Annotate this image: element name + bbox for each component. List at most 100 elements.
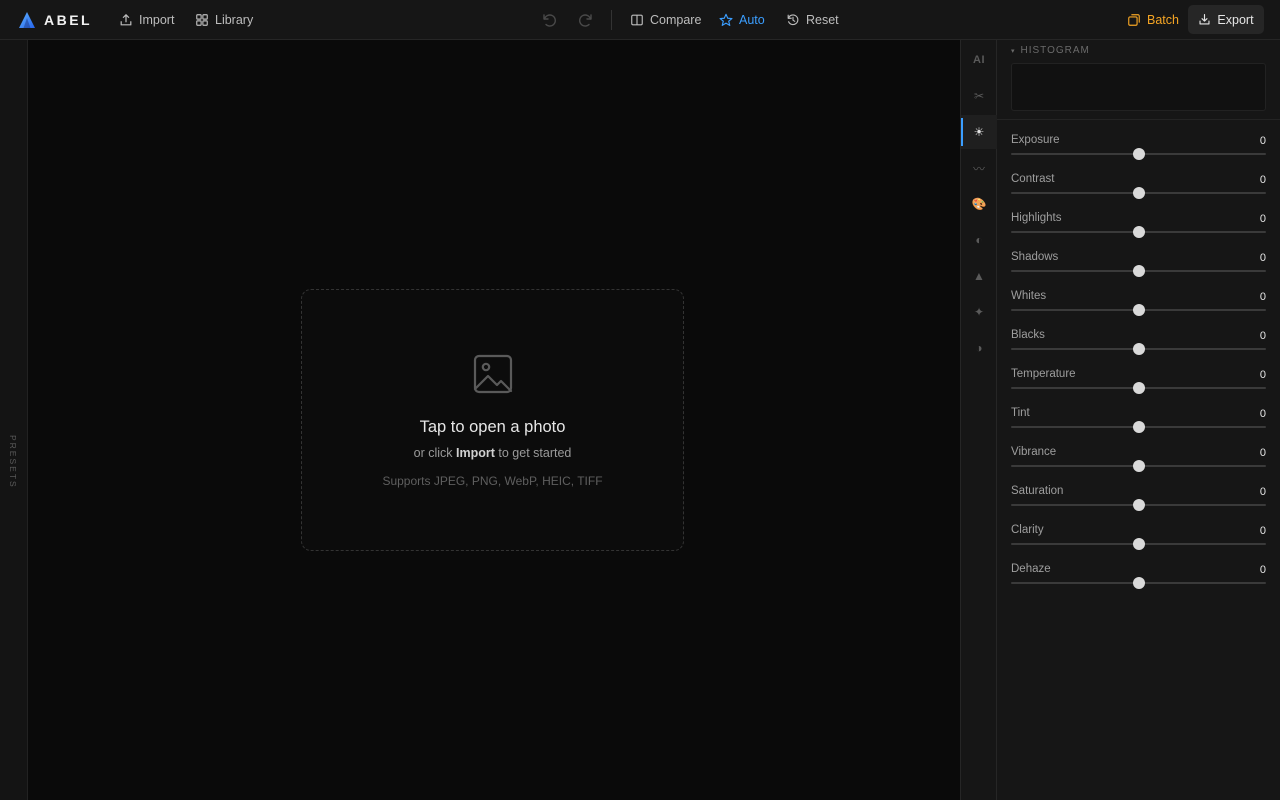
adjustment-vibrance: Vibrance 0 [1011, 446, 1266, 485]
import-button[interactable]: Import [119, 0, 174, 40]
slider-track[interactable] [1011, 265, 1266, 277]
adjustment-label: Tint [1011, 407, 1030, 419]
slider-thumb[interactable] [1132, 499, 1145, 511]
auto-button[interactable]: Auto [719, 0, 765, 40]
tone-tool-icon[interactable]: ◐ [961, 223, 997, 257]
adjustment-label: Saturation [1011, 485, 1064, 497]
batch-stack-icon [1128, 14, 1140, 26]
app-logo[interactable]: ABEL [18, 11, 92, 29]
color-tool-icon[interactable]: 🎨 [961, 187, 997, 221]
panel-divider [997, 119, 1280, 120]
histogram-header[interactable]: ▾ HISTOGRAM [1011, 45, 1090, 56]
adjustments-panel: ▾ HISTOGRAM Exposure 0 Contrast 0 Highlights… [997, 40, 1280, 800]
reset-button[interactable]: Reset [786, 0, 839, 40]
slider-track[interactable] [1011, 499, 1266, 511]
histogram-display [1011, 63, 1266, 111]
adjustment-label: Dehaze [1011, 563, 1051, 575]
adjustment-contrast: Contrast 0 [1011, 173, 1266, 212]
batch-button[interactable]: Batch [1127, 0, 1179, 40]
slider-thumb[interactable] [1132, 577, 1145, 589]
dropzone-sub-suffix: to get started [498, 446, 572, 460]
export-button[interactable]: Export [1188, 5, 1264, 34]
slider-track[interactable] [1011, 343, 1266, 355]
slider-thumb[interactable] [1132, 226, 1145, 238]
photo-canvas: Tap to open a photo or click Import to g… [28, 40, 960, 800]
image-placeholder-icon [473, 354, 513, 394]
adjustment-label: Highlights [1011, 212, 1062, 224]
adjustment-value[interactable]: 0 [1260, 525, 1266, 537]
adjustment-dehaze: Dehaze 0 [1011, 563, 1266, 602]
compare-button[interactable]: Compare [630, 0, 701, 40]
dropzone-title: Tap to open a photo [419, 418, 566, 436]
toolbar-divider [611, 10, 612, 30]
slider-track[interactable] [1011, 382, 1266, 394]
adjustment-shadows: Shadows 0 [1011, 251, 1266, 290]
light-tool-icon[interactable]: ☀ [961, 115, 997, 149]
photo-dropzone[interactable]: Tap to open a photo or click Import to g… [301, 289, 684, 551]
adjustment-value[interactable]: 0 [1260, 447, 1266, 459]
slider-track[interactable] [1011, 304, 1266, 316]
adjustment-label: Shadows [1011, 251, 1059, 263]
slider-thumb[interactable] [1132, 460, 1145, 472]
supported-formats: Supports JPEG, PNG, WebP, HEIC, TIFF [382, 474, 603, 488]
presets-drawer-toggle[interactable]: PRESETS [0, 40, 28, 800]
slider-track[interactable] [1011, 226, 1266, 238]
download-icon [1199, 14, 1210, 25]
adjustment-value[interactable]: 0 [1260, 291, 1266, 303]
adjustment-value[interactable]: 0 [1260, 564, 1266, 576]
presets-label: PRESETS [8, 435, 18, 489]
adjustment-value[interactable]: 0 [1260, 369, 1266, 381]
slider-thumb[interactable] [1132, 382, 1145, 394]
adjustment-value[interactable]: 0 [1260, 486, 1266, 498]
adjustment-saturation: Saturation 0 [1011, 485, 1266, 524]
adjustment-blacks: Blacks 0 [1011, 329, 1266, 368]
adjustment-label: Whites [1011, 290, 1047, 302]
reset-label: Reset [806, 13, 839, 27]
curves-tool-icon[interactable]: 〰 [961, 151, 997, 185]
redo-icon[interactable] [578, 12, 594, 28]
adjustment-label: Clarity [1011, 524, 1044, 536]
vignette-tool-icon[interactable]: ◑ [961, 331, 997, 365]
slider-track[interactable] [1011, 187, 1266, 199]
dropzone-sub-prefix: or click [413, 446, 453, 460]
slider-thumb[interactable] [1132, 187, 1145, 199]
slider-track[interactable] [1011, 577, 1266, 589]
crop-tool-icon[interactable]: ✂ [961, 79, 997, 113]
slider-track[interactable] [1011, 148, 1266, 160]
adjustment-label: Exposure [1011, 134, 1060, 146]
slider-thumb[interactable] [1132, 304, 1145, 316]
slider-track[interactable] [1011, 421, 1266, 433]
library-button[interactable]: Library [195, 0, 253, 40]
adjustment-value[interactable]: 0 [1260, 408, 1266, 420]
history-icon [787, 14, 799, 26]
slider-track[interactable] [1011, 538, 1266, 550]
adjustment-temperature: Temperature 0 [1011, 368, 1266, 407]
undo-icon[interactable] [541, 12, 557, 28]
effects-tool-icon[interactable]: ✦ [961, 295, 997, 329]
grid-icon [196, 14, 208, 26]
top-toolbar: ABEL Import Library Compare Auto Reset B… [0, 0, 1280, 40]
logo-icon [19, 12, 35, 28]
slider-thumb[interactable] [1132, 265, 1145, 277]
auto-label: Auto [739, 13, 765, 27]
slider-thumb[interactable] [1132, 148, 1145, 160]
slider-thumb[interactable] [1132, 343, 1145, 355]
adjustment-value[interactable]: 0 [1260, 135, 1266, 147]
ai-tool-icon[interactable]: AI [961, 43, 997, 77]
adjustment-value[interactable]: 0 [1260, 252, 1266, 264]
batch-label: Batch [1147, 13, 1179, 27]
adjustment-value[interactable]: 0 [1260, 174, 1266, 186]
tool-rail: AI ✂ ☀ 〰 🎨 ◐ ▲ ✦ ◑ [960, 40, 997, 800]
detail-tool-icon[interactable]: ▲ [961, 259, 997, 293]
compare-label: Compare [650, 13, 702, 27]
star-icon [719, 13, 733, 26]
adjustment-value[interactable]: 0 [1260, 330, 1266, 342]
histogram-label: HISTOGRAM [1020, 45, 1090, 56]
caret-down-icon: ▾ [1011, 47, 1016, 55]
adjustment-value[interactable]: 0 [1260, 213, 1266, 225]
adjustment-highlights: Highlights 0 [1011, 212, 1266, 251]
slider-track[interactable] [1011, 460, 1266, 472]
slider-thumb[interactable] [1132, 538, 1145, 550]
slider-thumb[interactable] [1132, 421, 1145, 433]
dropzone-import-link[interactable]: Import [456, 446, 495, 460]
